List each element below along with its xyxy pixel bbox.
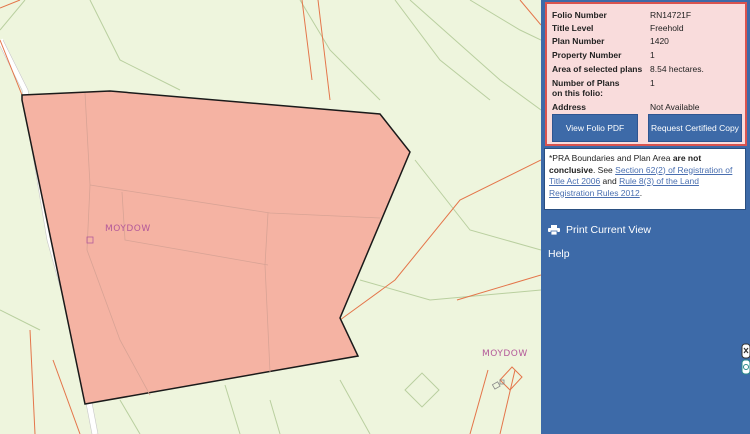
title-level-label: Title Level [552,23,594,33]
plan-number-label: Plan Number [552,36,605,46]
notice-see: . See [592,164,616,175]
print-label: Print Current View [566,224,652,236]
notice-prefix: *PRA Boundaries and Plan Area [549,153,673,163]
request-certified-copy-button[interactable]: Request Certified Copy [648,114,742,142]
area-value: 8.54 hectares. [650,64,704,74]
place-label-moydow: MOYDOW [105,224,151,234]
title-level-value: Freehold [650,23,684,33]
property-number-label: Property Number [552,50,622,60]
plans-count-label: Number of Plans on this folio: [552,78,620,98]
map-control-widget[interactable] [741,343,750,375]
plans-count-value: 1 [650,78,655,88]
address-label: Address [552,102,587,112]
property-number-value: 1 [650,50,655,60]
notice-and: and [600,176,620,186]
notice-end: . [639,187,643,198]
address-value: Not Available [650,102,700,112]
folio-info-box: Folio Number RN14721F Title Level Freeho… [545,2,747,146]
plan-number-value: 1420 [650,36,669,46]
printer-icon [548,225,560,235]
disclaimer-notice: *PRA Boundaries and Plan Area are not co… [544,148,746,210]
place-label-moydow-2: MOYDOW [482,349,528,359]
map-svg[interactable] [0,0,541,434]
area-label: Area of selected plans [552,64,643,74]
side-panel: Folio Number RN14721F Title Level Freeho… [541,0,750,434]
map-canvas[interactable]: MOYDOW MOYDOW [0,0,541,434]
folio-number-label: Folio Number [552,10,607,20]
folio-number-value: RN14721F [650,10,692,20]
view-folio-pdf-button[interactable]: View Folio PDF [552,114,638,142]
selected-parcel[interactable] [21,90,411,405]
help-item[interactable]: Help [548,248,570,260]
print-current-view-item[interactable]: Print Current View [548,224,651,236]
help-label: Help [548,248,570,260]
